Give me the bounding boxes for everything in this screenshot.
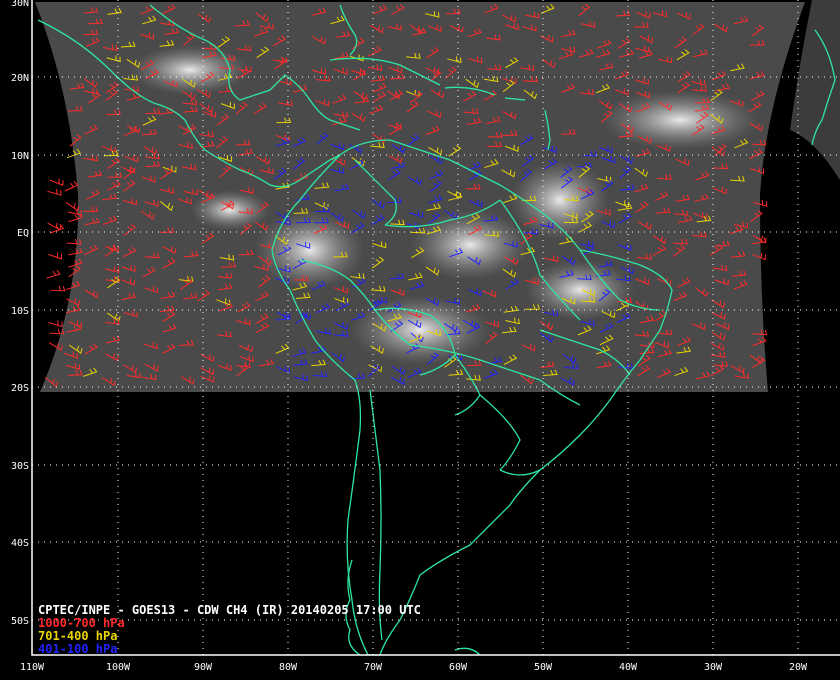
cloud-patch <box>600 90 760 150</box>
longitude-label: 80W <box>279 662 298 673</box>
latitude-label: 40S <box>11 538 29 549</box>
longitude-label: 20W <box>789 662 808 673</box>
longitude-label: 100W <box>106 662 131 673</box>
cloud-patch <box>525 260 635 320</box>
latitude-label: 20S <box>11 383 29 394</box>
satellite-wind-map: 30N 20N 10N EQ 10S 20S 30S 40S 50S 110W 100W 90W 80… <box>11 0 840 673</box>
longitude-label: 110W <box>20 662 45 673</box>
latitude-label: EQ <box>17 228 29 239</box>
cloud-patch <box>130 45 250 95</box>
cloud-patch <box>350 295 490 365</box>
longitude-label: 90W <box>194 662 213 673</box>
longitude-label: 70W <box>364 662 383 673</box>
wind-barb <box>50 285 66 292</box>
border-argentina-brazil <box>479 394 521 471</box>
longitude-label: 60W <box>449 662 468 673</box>
latitude-labels: 30N 20N 10N EQ 10S 20S 30S 40S 50S <box>11 0 29 627</box>
longitude-label: 40W <box>619 662 638 673</box>
satellite-image-layer <box>35 0 840 392</box>
coastline-falklands <box>454 647 481 656</box>
wind-barb <box>64 181 79 192</box>
longitude-label: 30W <box>704 662 723 673</box>
latitude-label: 10N <box>11 151 29 162</box>
latitude-label: 30S <box>11 461 29 472</box>
latitude-label: 10S <box>11 306 29 317</box>
latitude-label: 30N <box>11 0 29 9</box>
wind-barb <box>48 320 63 328</box>
wind-barb <box>47 188 62 196</box>
wind-barb <box>49 178 64 186</box>
map-caption: CPTEC/INPE - GOES13 - CDW CH4 (IR) 20140… <box>38 604 421 656</box>
latitude-label: 50S <box>11 616 29 627</box>
legend-level-high: 401-100 hPa <box>38 642 118 656</box>
wind-barb <box>46 269 61 279</box>
longitude-labels: 110W 100W 90W 80W 70W 60W 50W 40W 30W 20W <box>20 662 808 673</box>
border-uruguay <box>499 469 541 476</box>
longitude-label: 50W <box>534 662 553 673</box>
wind-barb <box>48 252 62 260</box>
latitude-label: 20N <box>11 73 29 84</box>
